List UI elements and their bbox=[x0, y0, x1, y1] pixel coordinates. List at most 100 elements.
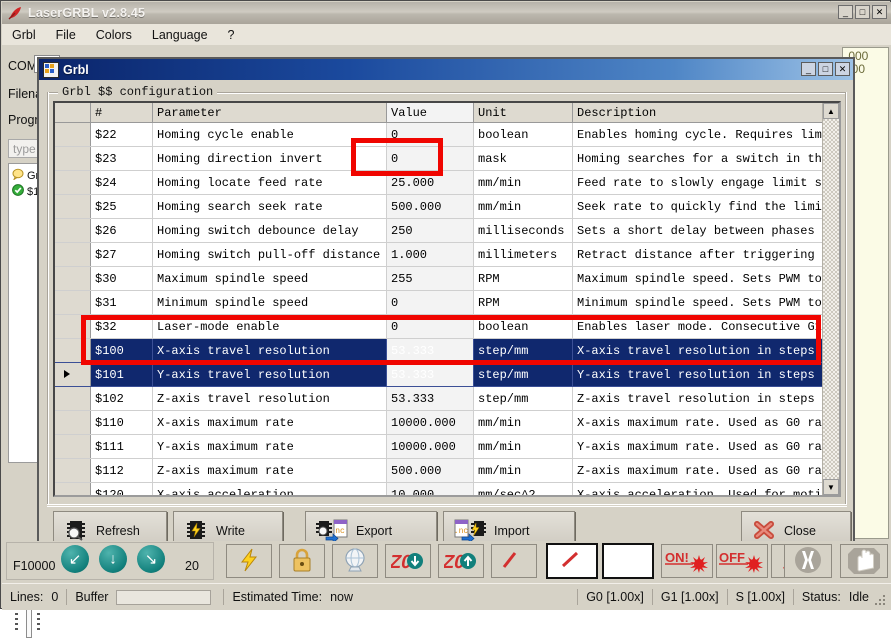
cell-parameter[interactable]: Homing switch pull-off distance bbox=[152, 242, 387, 267]
cell-unit[interactable]: mm/min bbox=[473, 170, 573, 195]
cell-num[interactable]: $120 bbox=[90, 482, 153, 495]
g1-override[interactable]: G1 [1.00x] bbox=[653, 590, 727, 604]
cell-num[interactable]: $27 bbox=[90, 242, 153, 267]
scrollbar-track[interactable] bbox=[823, 119, 839, 479]
row-selector-cell[interactable] bbox=[55, 242, 91, 267]
cell-unit[interactable]: milliseconds bbox=[473, 218, 573, 243]
cell-num[interactable]: $26 bbox=[90, 218, 153, 243]
table-row[interactable]: $24 Homing locate feed rate 25.000 mm/min Fe… bbox=[55, 170, 839, 195]
cell-value[interactable]: 255 bbox=[386, 266, 474, 291]
cell-unit[interactable]: mm/min bbox=[473, 458, 573, 483]
cell-description[interactable]: Z-axis travel resolution in steps per mi… bbox=[572, 386, 839, 411]
cell-num[interactable]: $24 bbox=[90, 170, 153, 195]
set-zero-down-button[interactable]: Z0 bbox=[385, 544, 431, 578]
table-row[interactable]: $27 Homing switch pull-off distance 1.000 m… bbox=[55, 242, 839, 267]
grbl-maximize-button[interactable]: □ bbox=[818, 62, 833, 76]
cell-value[interactable]: 53.333 bbox=[386, 386, 474, 411]
table-row[interactable]: $22 Homing cycle enable 0 boolean Enables ho… bbox=[55, 122, 839, 147]
cell-num[interactable]: $112 bbox=[90, 458, 153, 483]
row-selector-cell[interactable] bbox=[55, 458, 91, 483]
cell-parameter[interactable]: Homing switch debounce delay bbox=[152, 218, 387, 243]
row-selector-cell[interactable] bbox=[55, 314, 91, 339]
close-button[interactable]: ✕ bbox=[872, 5, 887, 19]
cell-description[interactable]: X-axis acceleration. Used for motion pla… bbox=[572, 482, 839, 495]
laser-line-button[interactable] bbox=[546, 543, 598, 579]
table-row[interactable]: $120 X-axis acceleration 10.000 mm/sec^2 X-a… bbox=[55, 482, 839, 495]
home-button[interactable] bbox=[332, 544, 378, 578]
table-row[interactable]: $112 Z-axis maximum rate 500.000 mm/min Z-ax… bbox=[55, 458, 839, 483]
cell-parameter[interactable]: Y-axis maximum rate bbox=[152, 434, 387, 459]
cell-value[interactable]: 10000.000 bbox=[386, 434, 474, 459]
cell-parameter[interactable]: Homing cycle enable bbox=[152, 122, 387, 147]
menu-help[interactable]: ? bbox=[218, 26, 245, 44]
table-row[interactable]: $25 Homing search seek rate 500.000 mm/min S… bbox=[55, 194, 839, 219]
list-item[interactable]: $1 bbox=[12, 184, 39, 199]
table-row[interactable]: $31 Minimum spindle speed 0 RPM Minimum spin… bbox=[55, 290, 839, 315]
pause-button[interactable] bbox=[784, 544, 832, 578]
cell-parameter[interactable]: Y-axis travel resolution bbox=[152, 362, 387, 387]
row-selector-cell[interactable] bbox=[55, 170, 91, 195]
cell-num[interactable]: $31 bbox=[90, 290, 153, 315]
scroll-down-button[interactable]: ▼ bbox=[823, 479, 839, 495]
g0-override[interactable]: G0 [1.00x] bbox=[578, 590, 652, 604]
jog-down-button[interactable]: ↓ bbox=[99, 545, 127, 573]
cell-description[interactable]: Minimum spindle speed. Sets PWM to 0.4% … bbox=[572, 290, 839, 315]
table-row[interactable]: $30 Maximum spindle speed 255 RPM Maximum sp… bbox=[55, 266, 839, 291]
row-selector-cell[interactable] bbox=[55, 482, 91, 495]
cell-unit[interactable]: step/mm bbox=[473, 386, 573, 411]
cell-parameter[interactable]: Homing locate feed rate bbox=[152, 170, 387, 195]
cell-description[interactable]: Retract distance after triggering switch… bbox=[572, 242, 839, 267]
cell-description[interactable]: X-axis maximum rate. Used as G0 rapid ra… bbox=[572, 410, 839, 435]
jog-down-left-button[interactable]: ↙ bbox=[61, 545, 89, 573]
cell-description[interactable]: Sets a short delay between phases of hom… bbox=[572, 218, 839, 243]
row-selector-cell[interactable] bbox=[55, 362, 91, 387]
table-row[interactable]: $26 Homing switch debounce delay 250 millis… bbox=[55, 218, 839, 243]
grbl-close-button[interactable]: ✕ bbox=[835, 62, 850, 76]
cell-num[interactable]: $25 bbox=[90, 194, 153, 219]
menu-colors[interactable]: Colors bbox=[86, 26, 142, 44]
cell-value[interactable]: 10.000 bbox=[386, 482, 474, 495]
row-selector-cell[interactable] bbox=[55, 386, 91, 411]
cell-value[interactable]: 500.000 bbox=[386, 458, 474, 483]
blank-button[interactable] bbox=[602, 543, 654, 579]
column-header-parameter[interactable]: Parameter bbox=[152, 103, 387, 123]
cell-parameter[interactable]: Z-axis travel resolution bbox=[152, 386, 387, 411]
cell-num[interactable]: $101 bbox=[90, 362, 153, 387]
cell-num[interactable]: $23 bbox=[90, 146, 153, 171]
cell-num[interactable]: $110 bbox=[90, 410, 153, 435]
laser-off-button[interactable]: OFF bbox=[716, 544, 768, 578]
set-zero-up-button[interactable]: Z0 bbox=[438, 544, 484, 578]
table-row[interactable]: $110 X-axis maximum rate 10000.000 mm/min X-… bbox=[55, 410, 839, 435]
cell-unit[interactable]: step/mm bbox=[473, 338, 573, 363]
cell-value[interactable]: 53.333 bbox=[386, 338, 474, 363]
row-selector-cell[interactable] bbox=[55, 266, 91, 291]
cell-unit[interactable]: mask bbox=[473, 146, 573, 171]
cell-parameter[interactable]: Homing search seek rate bbox=[152, 194, 387, 219]
cell-unit[interactable]: RPM bbox=[473, 266, 573, 291]
cell-description[interactable]: Y-axis maximum rate. Used as G0 rapid ra… bbox=[572, 434, 839, 459]
cell-value[interactable]: 10000.000 bbox=[386, 410, 474, 435]
cell-num[interactable]: $22 bbox=[90, 122, 153, 147]
minimize-button[interactable]: _ bbox=[838, 5, 853, 19]
cell-parameter[interactable]: Homing direction invert bbox=[152, 146, 387, 171]
column-header-description[interactable]: Description bbox=[572, 103, 839, 123]
maximize-button[interactable]: □ bbox=[855, 5, 870, 19]
cell-unit[interactable]: boolean bbox=[473, 122, 573, 147]
cell-value[interactable]: 250 bbox=[386, 218, 474, 243]
cell-num[interactable]: $100 bbox=[90, 338, 153, 363]
cell-description[interactable]: Homing searches for a switch in the posi… bbox=[572, 146, 839, 171]
table-row[interactable]: $101 Y-axis travel resolution 53.333 step/m… bbox=[55, 362, 839, 387]
cell-value[interactable]: 1.000 bbox=[386, 242, 474, 267]
cell-description[interactable]: X-axis travel resolution in steps per mi… bbox=[572, 338, 839, 363]
cell-parameter[interactable]: X-axis maximum rate bbox=[152, 410, 387, 435]
laser-on-button[interactable]: ON! bbox=[661, 544, 713, 578]
cell-unit[interactable]: mm/sec^2 bbox=[473, 482, 573, 495]
stop-hand-button[interactable] bbox=[840, 544, 888, 578]
menu-language[interactable]: Language bbox=[142, 26, 218, 44]
table-row[interactable]: $32 Laser-mode enable 0 boolean Enables lase… bbox=[55, 314, 839, 339]
cell-description[interactable]: Maximum spindle speed. Sets PWM to 100% … bbox=[572, 266, 839, 291]
row-selector-cell[interactable] bbox=[55, 338, 91, 363]
menu-file[interactable]: File bbox=[46, 26, 86, 44]
cell-num[interactable]: $111 bbox=[90, 434, 153, 459]
cell-parameter[interactable]: Z-axis maximum rate bbox=[152, 458, 387, 483]
